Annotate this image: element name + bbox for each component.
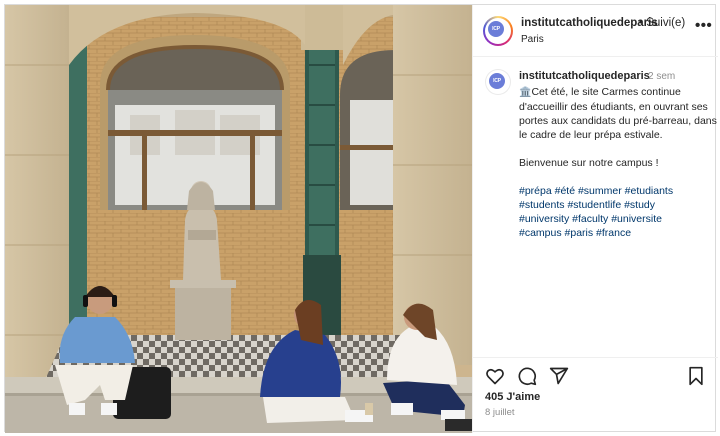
caption-text: 🏛️Cet été, le site Carmes continue d'acc… xyxy=(519,85,717,240)
avatar-logo: ICP xyxy=(489,73,505,89)
caption-avatar[interactable]: ICP xyxy=(485,69,511,95)
post-photo[interactable] xyxy=(5,5,472,433)
courtyard-photo xyxy=(5,5,472,433)
hashtag-line[interactable]: #students #studentlife #study xyxy=(519,198,717,212)
caption-body: Cet été, le site Carmes continue d'accue… xyxy=(519,86,717,141)
heart-icon[interactable] xyxy=(485,366,505,386)
action-bar xyxy=(473,357,718,387)
bookmark-icon[interactable] xyxy=(686,366,706,386)
hashtag-line[interactable]: #university #faculty #universite xyxy=(519,212,717,226)
caption-welcome: Bienvenue sur notre campus ! xyxy=(519,157,659,169)
profile-avatar[interactable]: ICP xyxy=(483,16,513,46)
hashtag-line[interactable]: #prépa #été #summer #etudiants xyxy=(519,184,717,198)
post-side-panel: ICP institutcatholiquedeparis • Suivi(e)… xyxy=(472,5,718,433)
header-username[interactable]: institutcatholiquedeparis xyxy=(521,17,658,29)
likes-count[interactable]: 405 J'aime xyxy=(485,391,540,403)
post-time-ago[interactable]: 2 sem xyxy=(648,71,675,82)
more-options-icon[interactable]: ••• xyxy=(695,17,712,34)
location-link[interactable]: Paris xyxy=(521,34,544,45)
comment-icon[interactable] xyxy=(517,366,537,386)
building-emoji-icon: 🏛️ xyxy=(519,87,532,98)
caption-username[interactable]: institutcatholiquedeparis xyxy=(519,70,650,82)
follow-status-button[interactable]: • Suivi(e) xyxy=(639,17,685,29)
instagram-post-modal: ICP institutcatholiquedeparis • Suivi(e)… xyxy=(4,4,718,433)
avatar-logo: ICP xyxy=(488,21,504,37)
post-date[interactable]: 8 juillet xyxy=(485,407,515,418)
post-header: ICP institutcatholiquedeparis • Suivi(e)… xyxy=(473,5,718,57)
send-icon[interactable] xyxy=(549,366,569,386)
hashtag-line[interactable]: #campus #paris #france xyxy=(519,226,717,240)
